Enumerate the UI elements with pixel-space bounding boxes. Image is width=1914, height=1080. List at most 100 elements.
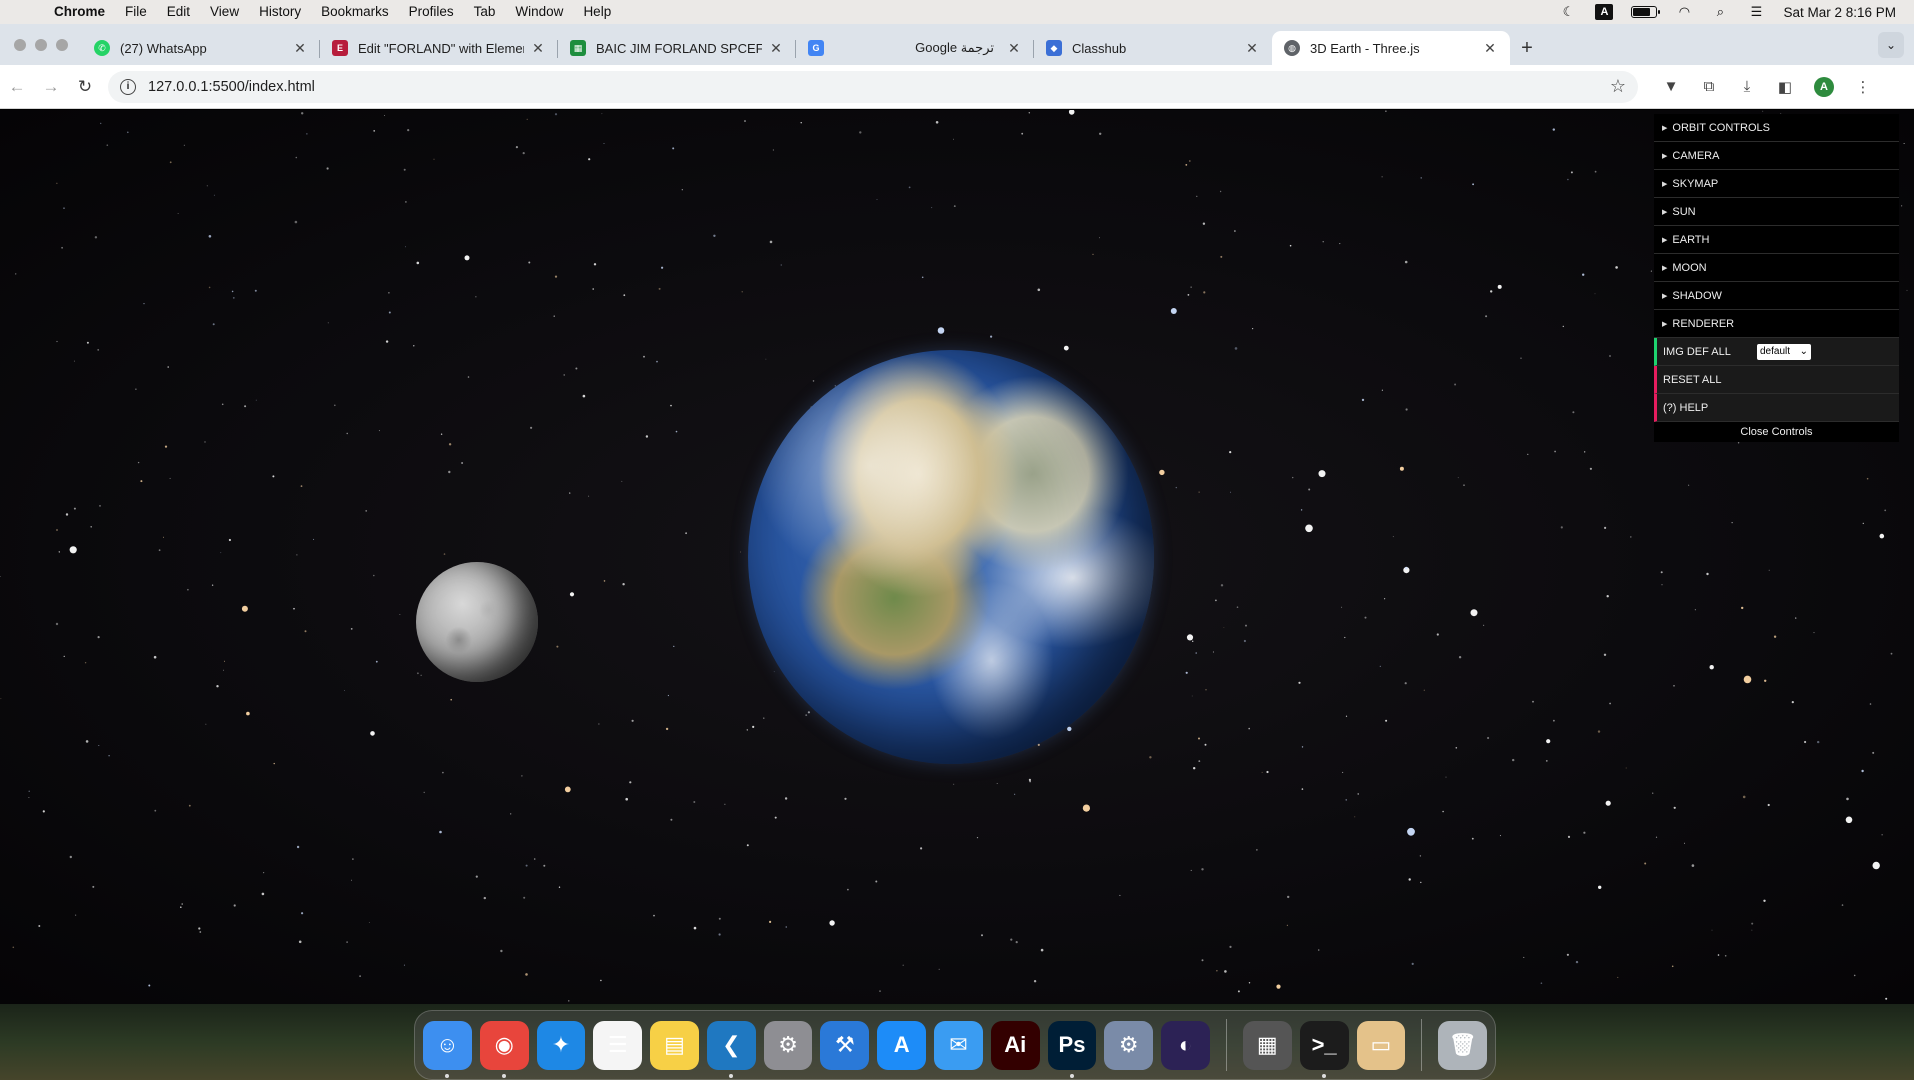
utility-gear-icon[interactable]: ⚙ (1104, 1020, 1154, 1070)
wifi-icon[interactable]: ◠ (1675, 4, 1693, 19)
tab-whatsapp[interactable]: ✆ (27) WhatsApp ✕ (82, 31, 320, 65)
star (953, 138, 954, 140)
close-tab-icon[interactable]: ✕ (292, 40, 308, 57)
close-window-button[interactable] (14, 38, 26, 51)
close-tab-icon[interactable]: ✕ (1006, 40, 1022, 57)
folder-shadow[interactable]: ▶ SHADOW (1654, 282, 1899, 310)
side-panel-icon[interactable]: ◧ (1776, 78, 1794, 96)
star (90, 526, 92, 528)
bookmark-star-icon[interactable]: ☆ (1610, 76, 1626, 97)
star (625, 797, 628, 801)
profile-avatar[interactable]: A (1814, 76, 1834, 97)
battery-icon[interactable] (1631, 6, 1661, 18)
close-controls-button[interactable]: Close Controls (1654, 422, 1899, 442)
help-button[interactable]: (?) HELP (1654, 394, 1899, 422)
download-icon[interactable]: ⤓ (1738, 78, 1756, 96)
star (1010, 938, 1013, 941)
chrome-icon[interactable]: ◉ (479, 1020, 529, 1078)
site-info-icon[interactable]: i (120, 78, 136, 95)
star (1671, 965, 1674, 968)
tab-3d-earth[interactable]: ◍ 3D Earth - Three.js ✕ (1272, 31, 1510, 65)
reminders-icon[interactable]: ☰ (593, 1020, 643, 1070)
star (301, 912, 304, 915)
menu-file[interactable]: File (115, 0, 157, 24)
control-center-icon[interactable]: ☰ (1747, 4, 1765, 19)
mail-icon[interactable]: ✉ (934, 1020, 983, 1070)
close-tab-icon[interactable]: ✕ (768, 40, 784, 57)
reset-all-button[interactable]: RESET ALL (1654, 366, 1899, 394)
eclipse-icon[interactable]: ◐ (1161, 1020, 1210, 1070)
archive-icon[interactable]: ▭ (1356, 1020, 1406, 1070)
address-bar[interactable]: i 127.0.0.1:5500/index.html ☆ (108, 70, 1638, 103)
menu-view[interactable]: View (200, 0, 249, 24)
menu-bookmarks[interactable]: Bookmarks (311, 0, 399, 24)
finder-icon[interactable]: ☺ (423, 1020, 472, 1078)
folder-moon[interactable]: ▶ MOON (1654, 254, 1899, 282)
star (996, 783, 998, 784)
close-tab-icon[interactable]: ✕ (530, 40, 546, 57)
folder-renderer[interactable]: ▶ RENDERER (1654, 310, 1899, 338)
illustrator-icon[interactable]: Ai (990, 1020, 1040, 1070)
extension-vue-icon[interactable]: ▼ (1662, 78, 1680, 96)
xcode-icon[interactable]: ⚒ (820, 1020, 870, 1070)
tab-sheets[interactable]: ▦ BAIC JIM FORLAND SPCEFICATIONS ✕ (558, 31, 796, 65)
menu-edit[interactable]: Edit (157, 0, 200, 24)
star (263, 872, 265, 874)
terminal-icon[interactable]: >_ (1299, 1020, 1349, 1078)
back-arrow-icon[interactable]: ← (0, 70, 34, 104)
menu-help[interactable]: Help (573, 0, 621, 24)
spotlight-search-icon[interactable]: ⌕ (1711, 4, 1729, 19)
keyboard-input-icon[interactable]: A (1595, 4, 1614, 20)
menu-tab[interactable]: Tab (464, 0, 506, 24)
menu-history[interactable]: History (249, 0, 311, 24)
url-text[interactable]: 127.0.0.1:5500/index.html (148, 79, 1610, 95)
new-tab-button[interactable]: + (1510, 31, 1544, 65)
img-def-all-select[interactable]: default ⌄ (1757, 343, 1811, 360)
calculator-icon[interactable]: ▦ (1242, 1020, 1292, 1070)
folder-orbit-controls[interactable]: ▶ ORBIT CONTROLS (1654, 114, 1899, 142)
star (670, 818, 673, 821)
clock[interactable]: Sat Mar 2 8:16 PM (1783, 5, 1896, 20)
menu-window[interactable]: Window (505, 0, 573, 24)
notes-icon[interactable]: ▤ (650, 1020, 699, 1070)
safari-icon[interactable]: ✦ (536, 1020, 586, 1070)
tab-search-chevron-icon[interactable]: ⌄ (1878, 32, 1904, 58)
folder-earth[interactable]: ▶ EARTH (1654, 226, 1899, 254)
more-menu-icon[interactable]: ⋮ (1854, 78, 1872, 96)
star (582, 394, 586, 398)
menu-app-name[interactable]: Chrome (44, 0, 115, 24)
close-tab-icon[interactable]: ✕ (1244, 40, 1260, 57)
star (780, 264, 782, 266)
tab-google-translate[interactable]: G Google ترجمة ✕ (796, 31, 1034, 65)
tab-title: BAIC JIM FORLAND SPCEFICATIONS (596, 40, 762, 56)
vscode-icon[interactable]: ❮ (706, 1020, 756, 1078)
moon-focus-icon[interactable]: ☾ (1559, 4, 1577, 19)
star (661, 266, 664, 269)
star (1906, 289, 1908, 291)
extensions-puzzle-icon[interactable]: ⧉ (1700, 78, 1718, 96)
star (807, 711, 811, 714)
folder-skymap[interactable]: ▶ SKYMAP (1654, 170, 1899, 198)
folder-sun[interactable]: ▶ SUN (1654, 198, 1899, 226)
forward-arrow-icon[interactable]: → (34, 70, 68, 104)
system-settings-icon[interactable]: ⚙ (763, 1020, 813, 1070)
star (127, 131, 129, 134)
trash-icon[interactable]: 🗑 (1438, 1020, 1488, 1070)
star (1028, 778, 1031, 782)
star (812, 380, 815, 382)
menu-profiles[interactable]: Profiles (399, 0, 464, 24)
star (296, 554, 298, 556)
minimize-window-button[interactable] (35, 38, 47, 51)
reload-icon[interactable]: ↻ (68, 70, 102, 104)
zoom-window-button[interactable] (56, 38, 68, 51)
star (443, 553, 446, 555)
webgl-canvas[interactable] (0, 110, 1914, 1004)
close-tab-icon[interactable]: ✕ (1482, 40, 1498, 57)
tab-classhub[interactable]: ◆ Classhub ✕ (1034, 31, 1272, 65)
star (741, 291, 743, 293)
tab-elementor[interactable]: E Edit "FORLAND" with Elementor ✕ (320, 31, 558, 65)
photoshop-icon[interactable]: Ps (1047, 1020, 1097, 1078)
folder-camera[interactable]: ▶ CAMERA (1654, 142, 1899, 170)
caret-right-icon: ▶ (1662, 264, 1668, 272)
app-store-icon[interactable]: A (877, 1020, 927, 1070)
